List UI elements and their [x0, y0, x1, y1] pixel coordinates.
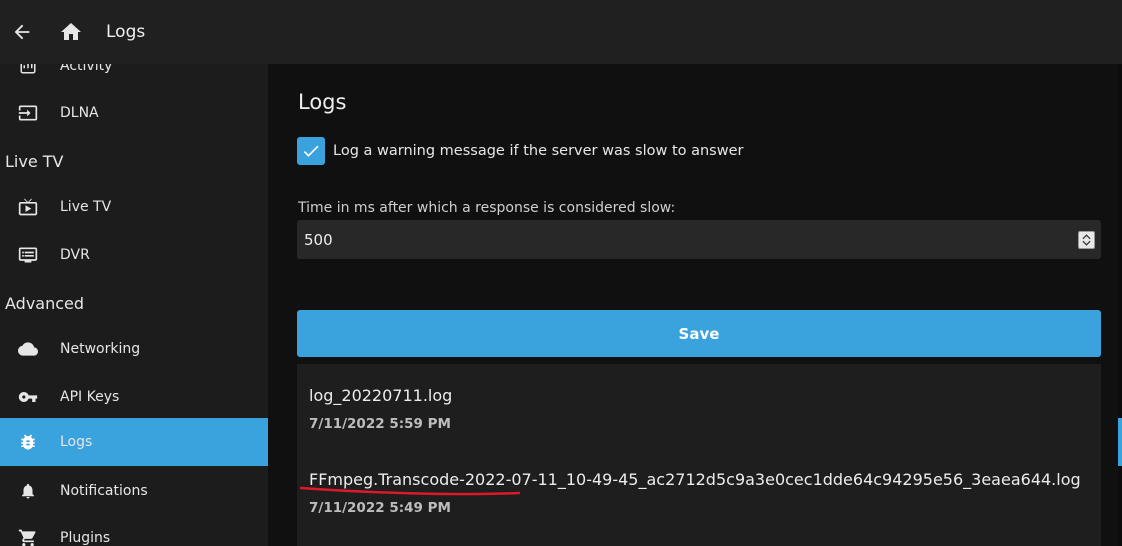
sidebar-item-label: Activity — [60, 64, 113, 74]
slow-warning-checkbox[interactable] — [297, 137, 325, 165]
scrollbar[interactable] — [1118, 64, 1122, 546]
sidebar-item-label: Logs — [60, 434, 93, 450]
home-button[interactable] — [49, 10, 93, 54]
sidebar-item-logs[interactable]: Logs — [0, 418, 268, 466]
sidebar-section-advanced: Advanced — [5, 294, 85, 313]
sidebar-item-label: DVR — [60, 247, 90, 263]
home-icon — [61, 23, 81, 40]
sidebar-item-label: DLNA — [60, 105, 99, 121]
page-header-title: Logs — [106, 22, 146, 42]
sidebar-item-dvr[interactable]: DVR — [0, 231, 268, 279]
sidebar-item-api-keys[interactable]: API Keys — [0, 373, 268, 421]
check-icon — [303, 145, 319, 157]
arrow-left-icon — [14, 24, 30, 40]
sidebar: Activity DLNA Live TV Live TV DVR Advanc… — [0, 64, 268, 546]
bug-icon — [18, 432, 38, 452]
live-tv-icon — [18, 197, 38, 217]
cart-icon — [18, 528, 38, 546]
sidebar-item-networking[interactable]: Networking — [0, 325, 268, 373]
key-icon — [18, 387, 38, 407]
spinner-down-icon — [1082, 240, 1091, 246]
log-date: 7/11/2022 5:49 PM — [309, 500, 451, 516]
sidebar-item-dlna[interactable]: DLNA — [0, 89, 268, 137]
sidebar-section-live-tv: Live TV — [5, 152, 64, 171]
number-spinner[interactable] — [1078, 231, 1095, 249]
scroll-thumb[interactable] — [1118, 418, 1122, 466]
sidebar-item-label: Plugins — [60, 530, 111, 546]
sidebar-item-label: Live TV — [60, 199, 112, 215]
top-bar: Logs — [0, 0, 1122, 64]
main-content: Logs Log a warning message if the server… — [268, 64, 1118, 546]
sidebar-item-live-tv[interactable]: Live TV — [0, 183, 268, 231]
slow-warning-label: Log a warning message if the server was … — [333, 143, 744, 159]
sidebar-item-label: Networking — [60, 341, 141, 357]
dvr-icon — [18, 245, 38, 265]
input-icon — [18, 103, 38, 123]
slow-threshold-value: 500 — [304, 230, 333, 249]
slow-warning-row[interactable]: Log a warning message if the server was … — [297, 137, 743, 165]
slow-threshold-label: Time in ms after which a response is con… — [298, 200, 676, 216]
sidebar-item-notifications[interactable]: Notifications — [0, 467, 268, 515]
sidebar-item-label: API Keys — [60, 389, 120, 405]
bell-icon — [18, 481, 38, 501]
sidebar-item-activity[interactable]: Activity — [0, 64, 268, 90]
save-button[interactable]: Save — [297, 310, 1101, 357]
activity-icon — [18, 64, 38, 76]
page-title: Logs — [298, 90, 347, 114]
red-underline-annotation — [299, 486, 521, 496]
sidebar-item-plugins[interactable]: Plugins — [0, 514, 268, 546]
sidebar-item-label: Notifications — [60, 483, 148, 499]
log-list: log_20220711.log 7/11/2022 5:59 PM FFmpe… — [297, 364, 1101, 546]
slow-threshold-input[interactable]: 500 — [297, 220, 1101, 259]
cloud-icon — [18, 339, 38, 359]
back-button[interactable] — [0, 10, 44, 54]
